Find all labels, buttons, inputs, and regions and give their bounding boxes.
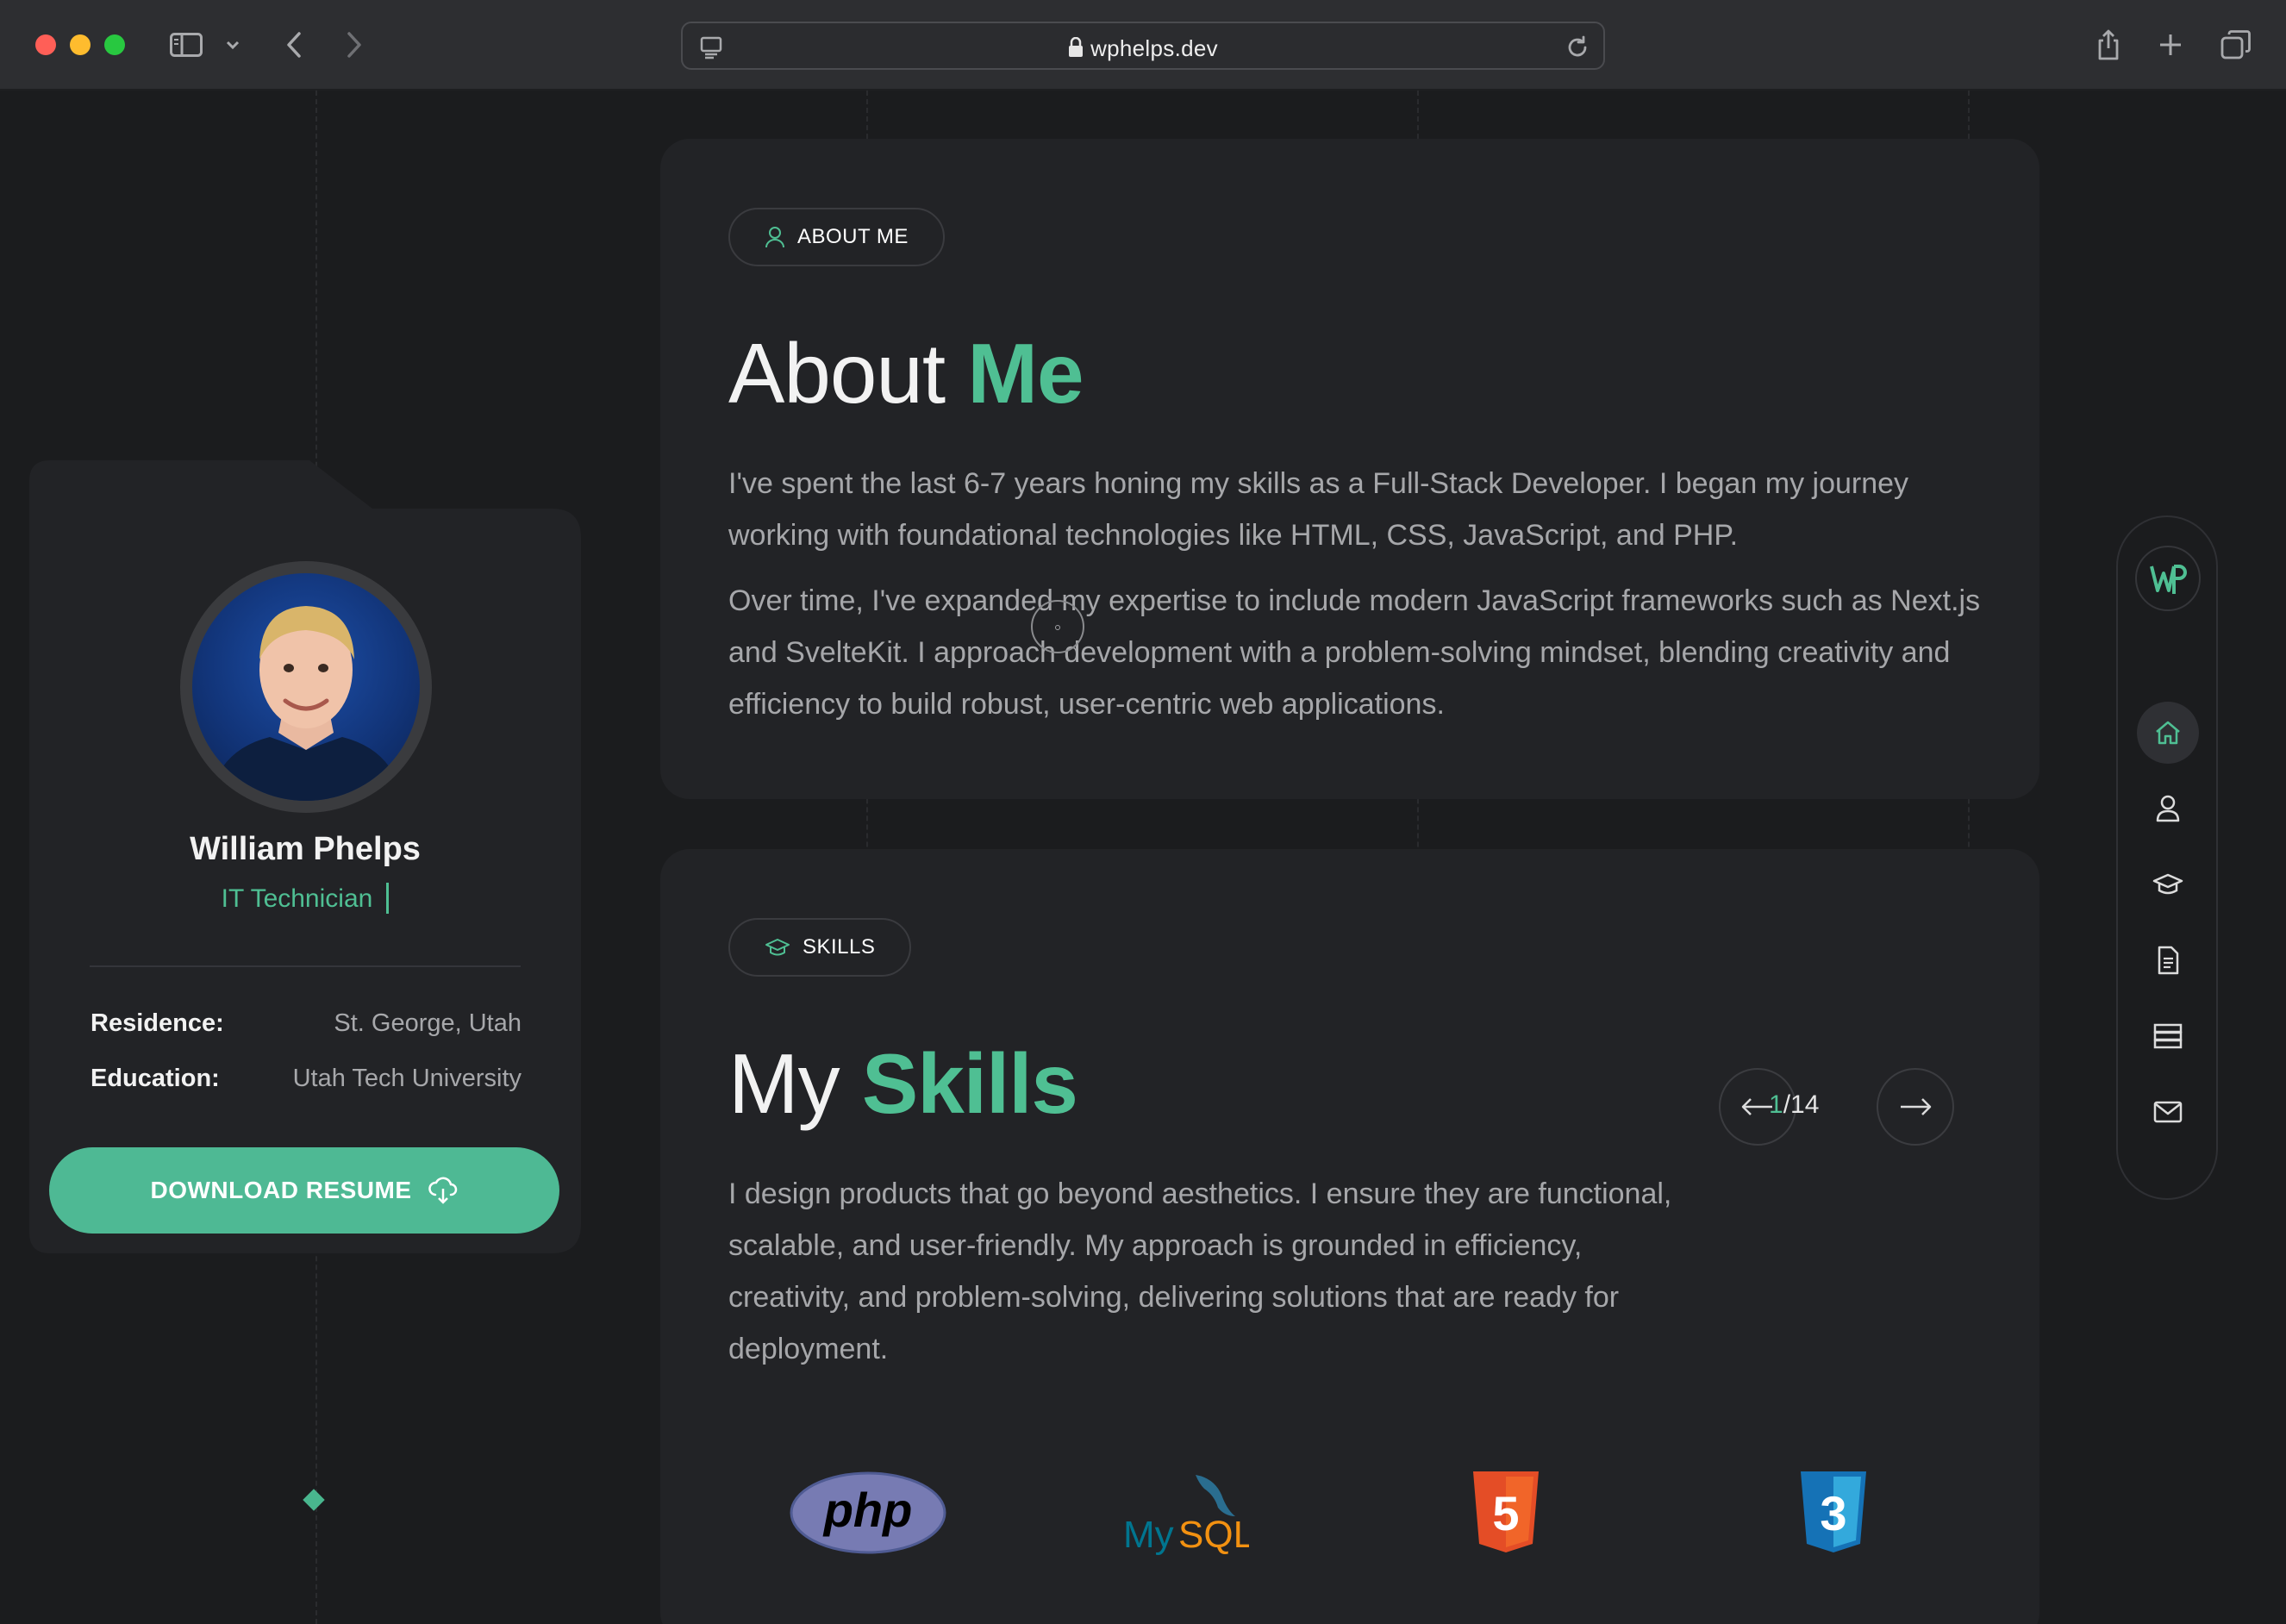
about-section: ABOUT ME About Me I've spent the last 6-… bbox=[660, 139, 2039, 799]
mail-icon bbox=[2153, 1101, 2183, 1123]
residence-label: Residence: bbox=[91, 1009, 224, 1037]
browser-toolbar: wphelps.dev bbox=[0, 0, 2286, 91]
portrait-illustration bbox=[209, 606, 403, 801]
about-paragraph-2: Over time, I've expanded my expertise to… bbox=[728, 584, 1981, 721]
site-logo[interactable] bbox=[2135, 546, 2201, 611]
html5-logo-text: 5 bbox=[1492, 1486, 1519, 1540]
profile-card: William Phelps IT Technician Residence: … bbox=[29, 460, 581, 1253]
skills-title-accent: Skills bbox=[861, 1036, 1078, 1131]
wp-logo-icon bbox=[2150, 565, 2187, 594]
skills-pill-label: SKILLS bbox=[803, 935, 876, 959]
forward-arrow-icon[interactable] bbox=[341, 26, 367, 64]
side-navigation bbox=[2116, 515, 2218, 1200]
about-title: About Me bbox=[728, 325, 1084, 422]
url-label: wphelps.dev bbox=[1090, 35, 1218, 61]
nav-projects[interactable] bbox=[2137, 1005, 2199, 1067]
nav-resume[interactable] bbox=[2137, 929, 2199, 991]
server-icon bbox=[2153, 1023, 2183, 1049]
reload-icon[interactable] bbox=[1562, 28, 1593, 66]
graduation-cap-icon bbox=[765, 939, 790, 956]
skills-title: My Skills bbox=[728, 1035, 1078, 1133]
profile-role-text: IT Technician bbox=[221, 884, 373, 913]
html5-logo: 5 bbox=[1467, 1470, 1545, 1556]
address-bar[interactable]: wphelps.dev bbox=[681, 22, 1605, 70]
nav-skills[interactable] bbox=[2137, 853, 2199, 915]
nav-contact[interactable] bbox=[2137, 1081, 2199, 1143]
skill-counter-total: /14 bbox=[1783, 1090, 1820, 1119]
residence-value: St. George, Utah bbox=[334, 1009, 522, 1037]
about-pill: ABOUT ME bbox=[728, 208, 945, 266]
chevron-down-icon[interactable] bbox=[224, 26, 241, 64]
url-text: wphelps.dev bbox=[683, 35, 1603, 62]
user-icon bbox=[765, 227, 784, 248]
home-icon bbox=[2156, 721, 2180, 745]
nav-home[interactable] bbox=[2137, 702, 2199, 764]
back-arrow-icon[interactable] bbox=[281, 26, 307, 64]
skill-counter-current: 1 bbox=[1769, 1090, 1783, 1119]
document-icon bbox=[2158, 946, 2179, 975]
next-skill-button[interactable] bbox=[1877, 1068, 1954, 1146]
share-icon[interactable] bbox=[2093, 26, 2124, 64]
skills-section: SKILLS My Skills 1/14 I design products … bbox=[660, 849, 2039, 1624]
nav-about[interactable] bbox=[2137, 778, 2199, 840]
mysql-logo-text-b: SQL bbox=[1178, 1514, 1249, 1556]
typing-cursor bbox=[386, 883, 390, 914]
close-window-button[interactable] bbox=[35, 34, 56, 55]
profile-divider bbox=[90, 965, 521, 967]
about-pill-label: ABOUT ME bbox=[797, 225, 909, 248]
education-label: Education: bbox=[91, 1065, 220, 1092]
mysql-logo-text-a: My bbox=[1123, 1514, 1174, 1556]
lock-icon bbox=[1069, 37, 1084, 57]
fullscreen-window-button[interactable] bbox=[104, 34, 125, 55]
cloud-download-icon bbox=[428, 1177, 457, 1204]
scroll-marker bbox=[303, 1489, 325, 1511]
profile-name: William Phelps bbox=[190, 831, 421, 867]
sidebar-toggle-icon[interactable] bbox=[169, 26, 203, 64]
css3-logo-text: 3 bbox=[1820, 1486, 1846, 1540]
php-logo-text: php bbox=[822, 1483, 913, 1537]
skill-counter: 1/14 bbox=[1769, 1090, 1819, 1120]
graduation-cap-icon bbox=[2152, 873, 2183, 895]
profile-role: IT Technician bbox=[29, 883, 581, 914]
about-title-plain: About bbox=[728, 326, 968, 421]
download-resume-label: DOWNLOAD RESUME bbox=[150, 1177, 412, 1203]
tab-overview-icon[interactable] bbox=[2219, 26, 2253, 64]
new-tab-icon[interactable] bbox=[2155, 26, 2186, 64]
skills-title-plain: My bbox=[728, 1036, 862, 1131]
mysql-logo: My SQL bbox=[1121, 1470, 1250, 1556]
about-paragraph-1: I've spent the last 6-7 years honing my … bbox=[728, 467, 1909, 552]
skills-pill: SKILLS bbox=[728, 918, 912, 977]
download-resume-button[interactable]: DOWNLOAD RESUME bbox=[49, 1147, 559, 1234]
avatar bbox=[192, 573, 420, 801]
minimize-window-button[interactable] bbox=[70, 34, 91, 55]
about-title-accent: Me bbox=[967, 326, 1084, 421]
css3-logo: 3 bbox=[1795, 1470, 1872, 1556]
education-value: Utah Tech University bbox=[292, 1065, 522, 1092]
php-logo: php bbox=[786, 1470, 950, 1556]
user-icon bbox=[2156, 795, 2180, 822]
skills-paragraph: I design products that go beyond aesthet… bbox=[728, 1177, 1672, 1365]
arrow-right-icon bbox=[1901, 1098, 1932, 1115]
mouse-cursor-dot bbox=[1055, 625, 1060, 630]
